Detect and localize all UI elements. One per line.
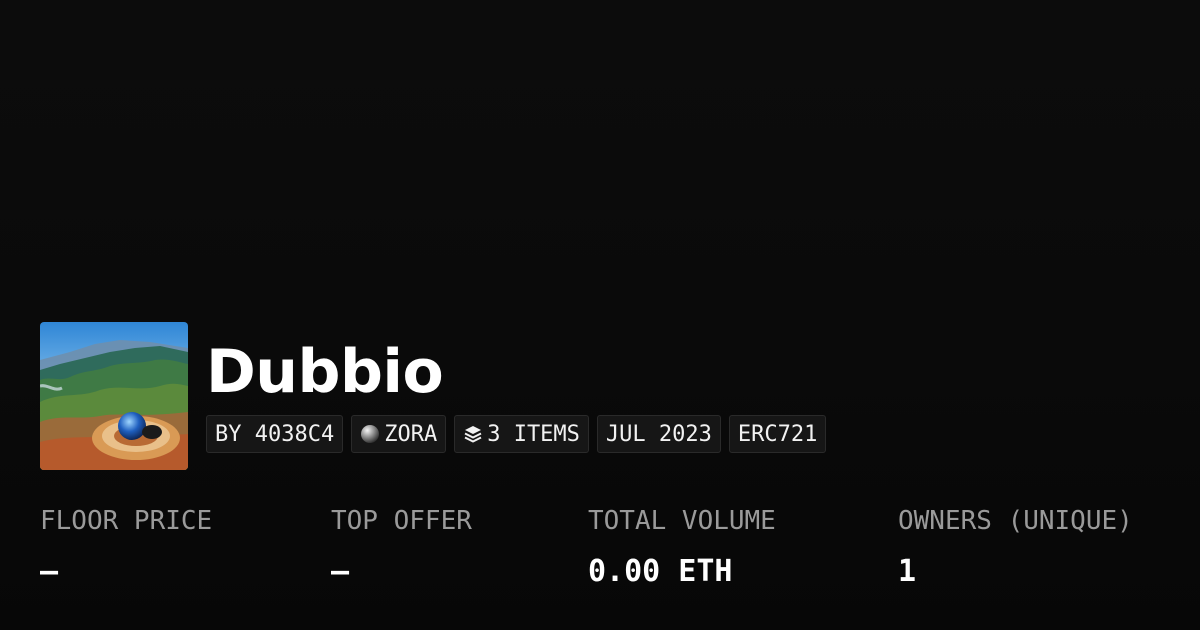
layers-icon — [463, 424, 483, 444]
collection-header: Dubbio BY 4038C4 ZORA 3 ITEMS JUL 2023 E… — [40, 322, 827, 470]
date-chip-label: JUL 2023 — [605, 421, 712, 447]
stat-value: – — [40, 554, 59, 589]
collection-title: Dubbio — [206, 337, 444, 407]
stat-owners: OWNERS (UNIQUE) 1 — [898, 504, 1133, 592]
zora-orb-icon — [360, 424, 380, 444]
stat-value: 0.00 ETH — [588, 554, 733, 589]
stat-value: 1 — [898, 554, 917, 589]
stat-label: TOP OFFER — [331, 506, 472, 536]
collection-thumbnail[interactable] — [40, 322, 188, 470]
stat-label: FLOOR PRICE — [40, 506, 213, 536]
standard-chip-label: ERC721 — [737, 421, 818, 447]
creator-chip[interactable]: BY 4038C4 — [206, 415, 344, 453]
chain-chip-label: ZORA — [384, 421, 438, 447]
collection-info: Dubbio BY 4038C4 ZORA 3 ITEMS JUL 2023 E… — [206, 322, 827, 453]
stat-value: – — [331, 554, 350, 589]
collection-stats: FLOOR PRICE – TOP OFFER – TOTAL VOLUME 0… — [0, 504, 1200, 604]
standard-chip: ERC721 — [728, 415, 827, 453]
landscape-thumbnail-image — [40, 322, 188, 470]
stat-floor-price: FLOOR PRICE – — [40, 504, 212, 592]
stat-label: TOTAL VOLUME — [588, 506, 776, 536]
chain-chip[interactable]: ZORA — [351, 415, 447, 453]
date-chip: JUL 2023 — [596, 415, 721, 453]
collection-meta-chips: BY 4038C4 ZORA 3 ITEMS JUL 2023 ERC721 — [206, 415, 827, 453]
stat-total-volume: TOTAL VOLUME 0.00 ETH — [588, 504, 776, 592]
stat-label: OWNERS (UNIQUE) — [898, 506, 1133, 536]
items-chip-label: 3 ITEMS — [487, 421, 580, 447]
stat-top-offer: TOP OFFER – — [331, 504, 472, 592]
items-chip[interactable]: 3 ITEMS — [454, 415, 589, 453]
creator-chip-label: BY 4038C4 — [215, 421, 335, 447]
